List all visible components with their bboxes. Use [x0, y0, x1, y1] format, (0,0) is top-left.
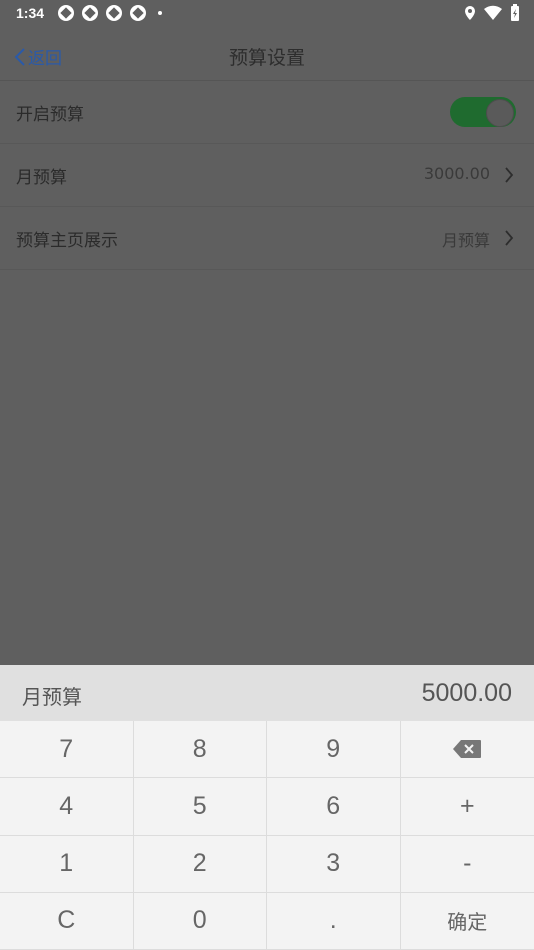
key-1[interactable]: 1 [0, 835, 134, 893]
notification-icons [58, 5, 162, 21]
location-icon [465, 6, 475, 20]
status-time: 1:34 [16, 5, 45, 21]
homepage-display-value: 月预算 [441, 231, 490, 250]
status-bar: 1:34 [0, 0, 534, 28]
nav-bar: 返回 预算设置 [0, 28, 534, 81]
keypad-grid: 7 8 9 4 5 6 + 1 2 3 - C 0 . 确定 [0, 721, 534, 950]
system-icons [464, 4, 520, 22]
key-4[interactable]: 4 [0, 778, 134, 836]
monthly-budget-label: 月预算 [16, 168, 67, 188]
keypad-title: 月预算 [22, 685, 82, 709]
battery-icon [511, 4, 519, 21]
row-monthly-budget[interactable]: 月预算 3000.00 [0, 144, 534, 207]
keypad-amount: 5000.00 [421, 679, 512, 707]
chevron-right-icon [505, 230, 514, 246]
monthly-budget-value: 3000.00 [423, 164, 490, 183]
chevron-right-icon [505, 167, 514, 183]
key-3[interactable]: 3 [267, 835, 401, 893]
key-plus[interactable]: + [400, 778, 534, 836]
key-8[interactable]: 8 [133, 721, 267, 779]
enable-budget-toggle[interactable] [450, 97, 516, 127]
confirm-button[interactable]: 确定 [400, 892, 534, 950]
key-5[interactable]: 5 [133, 778, 267, 836]
amount-keypad-sheet: 月预算 5000.00 7 8 9 4 5 6 + 1 2 3 - C 0 . … [0, 665, 534, 950]
app-notification-icon [106, 5, 122, 21]
homepage-display-label: 预算主页展示 [16, 231, 118, 251]
key-decimal[interactable]: . [267, 892, 401, 950]
key-backspace[interactable] [400, 721, 534, 779]
backspace-icon [453, 740, 482, 759]
page-title: 预算设置 [228, 47, 305, 69]
key-2[interactable]: 2 [133, 835, 267, 893]
keypad-header: 月预算 5000.00 [0, 665, 534, 721]
key-6[interactable]: 6 [267, 778, 401, 836]
key-0[interactable]: 0 [133, 892, 267, 950]
app-notification-icon [58, 5, 74, 21]
key-clear[interactable]: C [0, 892, 134, 950]
key-minus[interactable]: - [400, 835, 534, 893]
app-notification-icon [82, 5, 98, 21]
more-notifications-icon [158, 11, 162, 15]
row-enable-budget: 开启预算 [0, 81, 534, 144]
key-9[interactable]: 9 [267, 721, 401, 779]
row-homepage-display[interactable]: 预算主页展示 月预算 [0, 207, 534, 270]
enable-budget-label: 开启预算 [16, 105, 84, 125]
app-notification-icon [130, 5, 146, 21]
toggle-knob [486, 99, 514, 127]
key-7[interactable]: 7 [0, 721, 134, 779]
wifi-icon [484, 5, 502, 21]
